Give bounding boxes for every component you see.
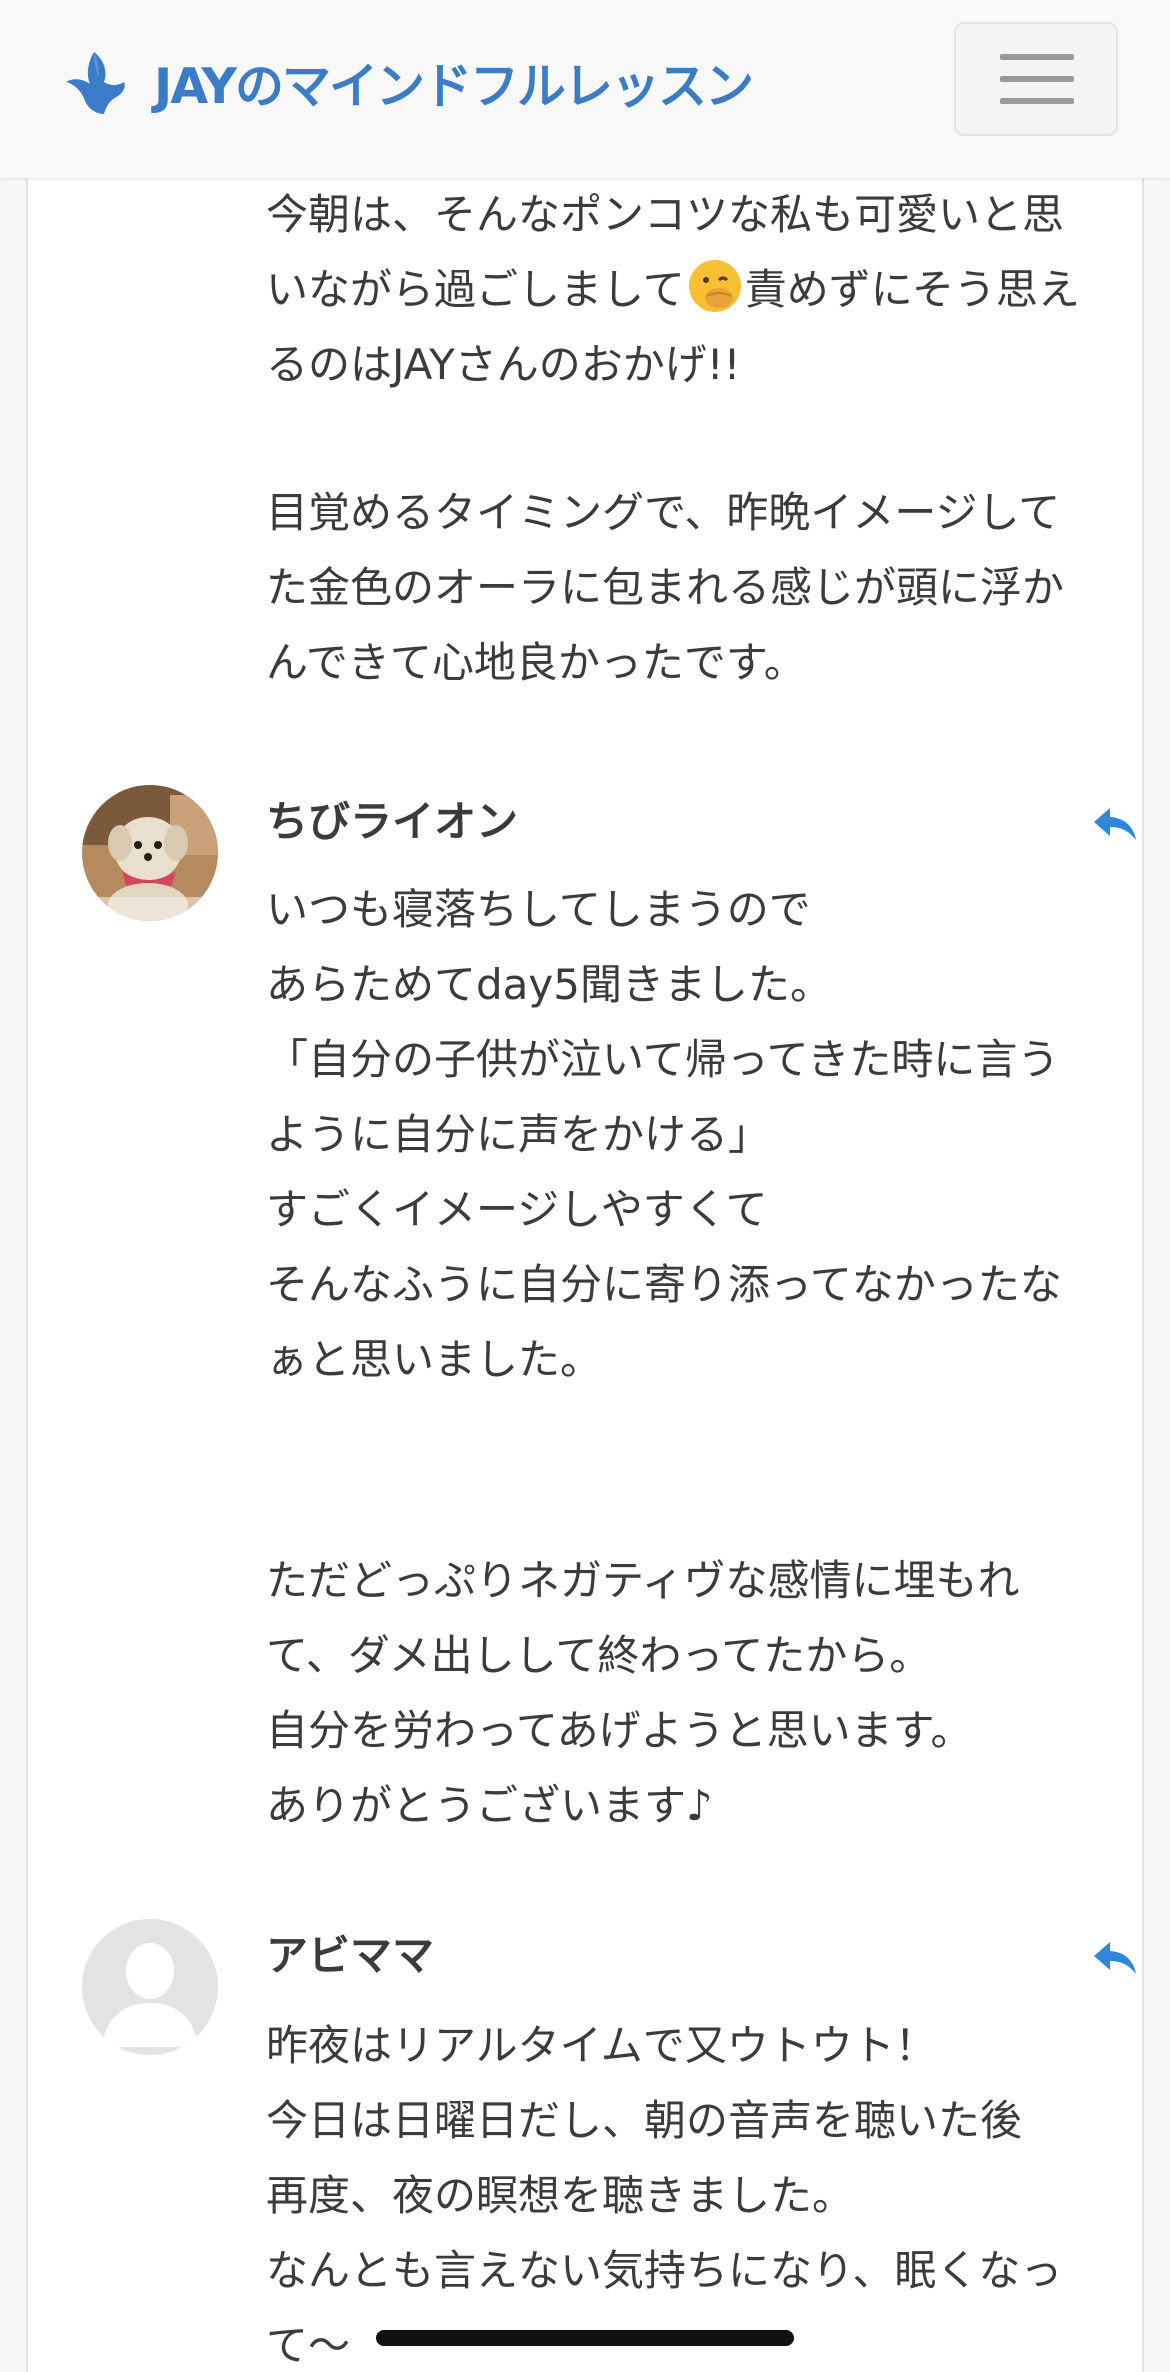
site-header: JAYのマインドフルレッスン (0, 0, 1170, 178)
site-logo[interactable]: JAYのマインドフルレッスン (64, 46, 754, 118)
face-with-hand-over-mouth-icon (688, 260, 741, 312)
comment-author[interactable]: アビママ (266, 1926, 434, 1986)
comment-line: 今朝は、そんなポンコツな私も可愛いと思 (266, 190, 1065, 239)
comment-body: 昨夜はリアルタイムで又ウトウト！ 今日は日曜日だし、朝の音声を聴いた後 再度、夜… (266, 2021, 1063, 2370)
menu-button[interactable] (954, 22, 1118, 136)
comment-text: 責めずにそう思え (744, 265, 1080, 314)
reply-icon[interactable] (1092, 804, 1138, 844)
page: JAYのマインドフルレッスン 今朝は、そんなポンコツな私も可愛いと思 いながら過… (0, 0, 1170, 2372)
comment-body: いつも寝落ちしてしまうので あらためてday5聞きました。 「自分の子供が泣いて… (266, 885, 1062, 1384)
home-indicator[interactable] (376, 2330, 794, 2346)
comment-line: いながら過ごしまして 責めずにそう思え (266, 252, 1146, 327)
comment-text: いながら過ごしまして (266, 265, 685, 314)
comment-body: 目覚めるタイミングで、昨晩イメージして た金色のオーラに包まれる感じが頭に浮か … (266, 488, 1065, 687)
avatar[interactable] (82, 1919, 218, 2055)
dog-photo-avatar (82, 785, 218, 921)
comment-body: ただどっぷりネガティヴな感情に埋もれ て、ダメ出しして終わってたから。 自分を労… (266, 1556, 1020, 1830)
comment-author[interactable]: ちびライオン (266, 792, 518, 852)
comments-card: 今朝は、そんなポンコツな私も可愛いと思 いながら過ごしまして 責めずにそう思え … (26, 178, 1144, 2372)
reply-icon[interactable] (1092, 1938, 1138, 1978)
bird-logo-icon (66, 52, 125, 114)
hamburger-icon-bar-middle (1000, 76, 1074, 82)
default-avatar (82, 1919, 218, 2055)
hamburger-icon-bar-top (1000, 54, 1074, 60)
logo-text: JAYのマインドフルレッスン (154, 57, 754, 115)
comment-body: 今朝は、そんなポンコツな私も可愛いと思 いながら過ごしまして 責めずにそう思え … (266, 177, 1146, 402)
hamburger-icon-bar-bottom (1000, 98, 1074, 104)
comment-line: るのはJAYさんのおかげ!! (266, 340, 741, 389)
avatar[interactable] (82, 785, 218, 921)
